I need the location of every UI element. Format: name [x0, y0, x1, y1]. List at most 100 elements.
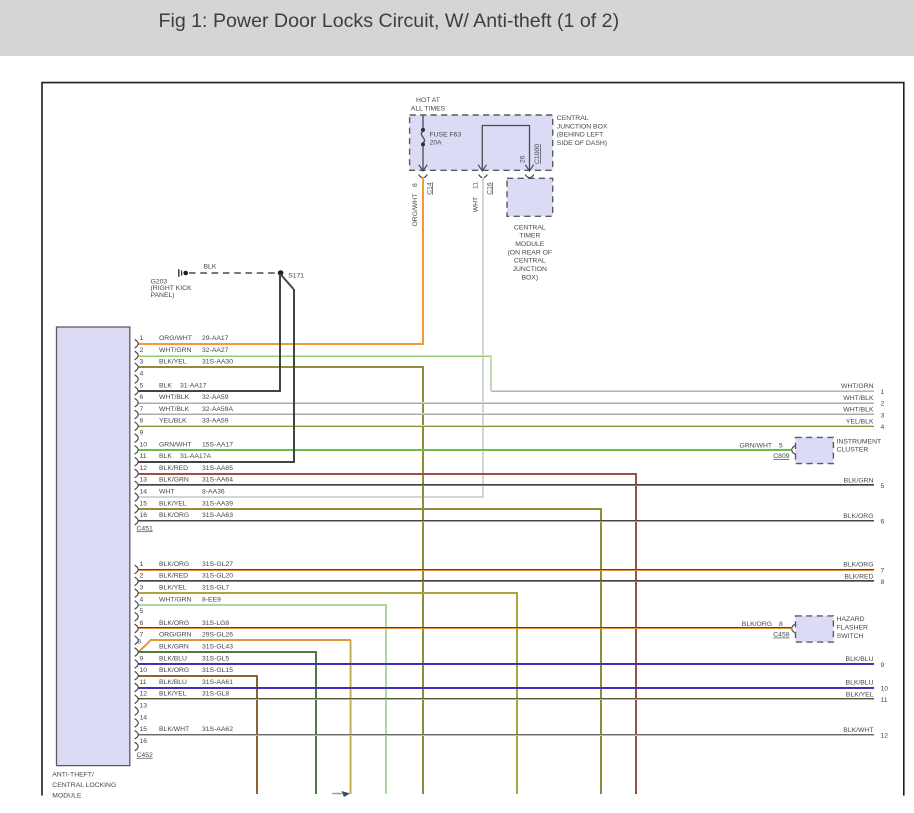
- svg-text:31S-GL5: 31S-GL5: [202, 655, 229, 662]
- svg-text:15: 15: [140, 726, 148, 733]
- svg-text:TIMER: TIMER: [519, 233, 540, 240]
- svg-text:FLASHER: FLASHER: [837, 624, 868, 631]
- svg-text:(ON REAR OF: (ON REAR OF: [508, 249, 553, 256]
- svg-text:2: 2: [140, 347, 144, 354]
- svg-text:FUSE F63: FUSE F63: [430, 131, 462, 138]
- svg-text:Fig 1: Power Door Locks Circui: Fig 1: Power Door Locks Circuit, W/ Anti…: [159, 10, 620, 32]
- svg-text:(BEHIND LEFT: (BEHIND LEFT: [557, 132, 603, 139]
- svg-text:BLK/YEL: BLK/YEL: [159, 691, 187, 698]
- svg-text:2: 2: [140, 573, 144, 580]
- svg-text:7: 7: [140, 406, 144, 413]
- svg-text:BLK/ORG: BLK/ORG: [843, 562, 873, 569]
- svg-text:ORG/WHT: ORG/WHT: [412, 194, 419, 227]
- svg-text:JUNCTION BOX: JUNCTION BOX: [557, 123, 608, 130]
- svg-text:BLK: BLK: [159, 453, 172, 460]
- svg-text:10: 10: [881, 685, 889, 692]
- svg-text:4: 4: [140, 371, 144, 378]
- svg-text:31S-GL7: 31S-GL7: [202, 585, 229, 592]
- svg-text:9: 9: [881, 662, 885, 669]
- svg-text:BLK/YEL: BLK/YEL: [159, 585, 187, 592]
- svg-text:3: 3: [881, 412, 885, 419]
- svg-text:CENTRAL: CENTRAL: [557, 115, 589, 122]
- svg-text:WHT/GRN: WHT/GRN: [159, 347, 192, 354]
- svg-text:GRN/WHT: GRN/WHT: [740, 442, 772, 449]
- svg-text:8: 8: [137, 639, 141, 646]
- svg-text:11: 11: [881, 697, 888, 704]
- svg-text:12: 12: [140, 691, 148, 698]
- svg-text:31S-AA61: 31S-AA61: [202, 679, 233, 686]
- svg-text:MODULE: MODULE: [515, 241, 545, 248]
- svg-text:31S-AA85: 31S-AA85: [202, 465, 233, 472]
- svg-text:16: 16: [140, 512, 148, 519]
- svg-text:JUNCTION: JUNCTION: [513, 266, 547, 273]
- svg-text:7: 7: [140, 632, 144, 639]
- svg-text:BLK/BLU: BLK/BLU: [159, 655, 187, 662]
- svg-text:BOX): BOX): [521, 274, 538, 281]
- svg-text:1: 1: [140, 561, 144, 568]
- svg-text:S171: S171: [288, 272, 304, 279]
- svg-text:32-AA59: 32-AA59: [202, 394, 229, 401]
- svg-text:31S-GL43: 31S-GL43: [202, 644, 233, 651]
- svg-text:C1000: C1000: [534, 144, 541, 164]
- svg-text:BLK/BLU: BLK/BLU: [159, 679, 187, 686]
- svg-text:WHT/BLK: WHT/BLK: [159, 394, 190, 401]
- svg-text:5: 5: [140, 608, 144, 615]
- svg-text:29S-GL26: 29S-GL26: [202, 632, 233, 639]
- svg-text:5: 5: [881, 483, 885, 490]
- svg-text:31S-AA62: 31S-AA62: [202, 726, 233, 733]
- svg-text:WHT/GRN: WHT/GRN: [159, 596, 192, 603]
- svg-text:32-AA27: 32-AA27: [202, 347, 229, 354]
- svg-text:5: 5: [779, 442, 783, 449]
- svg-text:CENTRAL LOCKING: CENTRAL LOCKING: [52, 782, 116, 789]
- svg-text:31S-AA30: 31S-AA30: [202, 359, 233, 366]
- svg-text:BLK/YEL: BLK/YEL: [159, 500, 187, 507]
- svg-text:31S-LG8: 31S-LG8: [202, 620, 229, 627]
- svg-text:BLK/RED: BLK/RED: [844, 574, 873, 581]
- svg-text:ALL TIMES: ALL TIMES: [411, 105, 446, 112]
- svg-text:CENTRAL: CENTRAL: [514, 224, 546, 231]
- svg-text:C16: C16: [486, 182, 493, 195]
- svg-text:31-AA17: 31-AA17: [180, 382, 207, 389]
- svg-text:ORG/GRN: ORG/GRN: [159, 632, 192, 639]
- svg-text:CLUSTER: CLUSTER: [837, 447, 869, 454]
- svg-text:9: 9: [140, 655, 144, 662]
- svg-text:BLK/ORG: BLK/ORG: [159, 667, 189, 674]
- svg-text:BLK/YEL: BLK/YEL: [846, 692, 874, 699]
- svg-text:31S-AA64: 31S-AA64: [202, 477, 233, 484]
- svg-text:20A: 20A: [430, 140, 443, 147]
- svg-text:SIDE OF DASH): SIDE OF DASH): [557, 140, 607, 147]
- svg-text:8: 8: [779, 621, 783, 628]
- svg-text:31S-AA63: 31S-AA63: [202, 512, 233, 519]
- svg-text:BLK/ORG: BLK/ORG: [159, 620, 189, 627]
- svg-text:BLK/WHT: BLK/WHT: [159, 726, 189, 733]
- svg-text:15: 15: [140, 500, 148, 507]
- svg-text:9: 9: [140, 430, 144, 437]
- svg-text:C451: C451: [137, 525, 153, 532]
- svg-text:1: 1: [140, 335, 144, 342]
- svg-text:HOT AT: HOT AT: [416, 97, 440, 104]
- svg-text:WHT/BLK: WHT/BLK: [159, 406, 190, 413]
- svg-text:31S-GL27: 31S-GL27: [202, 561, 233, 568]
- svg-text:4: 4: [881, 424, 885, 431]
- svg-text:INSTRUMENT: INSTRUMENT: [837, 438, 882, 445]
- svg-text:WHT/BLK: WHT/BLK: [843, 395, 874, 402]
- svg-text:16: 16: [140, 738, 148, 745]
- svg-text:31S-AA39: 31S-AA39: [202, 500, 233, 507]
- svg-text:CENTRAL: CENTRAL: [514, 258, 546, 265]
- svg-text:BLK/BLU: BLK/BLU: [846, 680, 874, 687]
- svg-text:4: 4: [140, 596, 144, 603]
- svg-text:31S-GL20: 31S-GL20: [202, 573, 233, 580]
- svg-text:SWITCH: SWITCH: [837, 633, 864, 640]
- svg-text:BLK/RED: BLK/RED: [159, 465, 188, 472]
- svg-text:5: 5: [140, 382, 144, 389]
- svg-text:WHT: WHT: [159, 489, 174, 496]
- svg-text:BLK/ORG: BLK/ORG: [159, 561, 189, 568]
- svg-text:WHT: WHT: [472, 197, 479, 212]
- svg-text:BLK: BLK: [159, 382, 172, 389]
- svg-text:8: 8: [140, 418, 144, 425]
- svg-text:14: 14: [140, 489, 148, 496]
- svg-text:BLK/RED: BLK/RED: [159, 573, 188, 580]
- svg-text:ANTI-THEFT/: ANTI-THEFT/: [52, 772, 94, 779]
- svg-text:8: 8: [881, 579, 885, 586]
- svg-text:BLK/YEL: BLK/YEL: [159, 359, 187, 366]
